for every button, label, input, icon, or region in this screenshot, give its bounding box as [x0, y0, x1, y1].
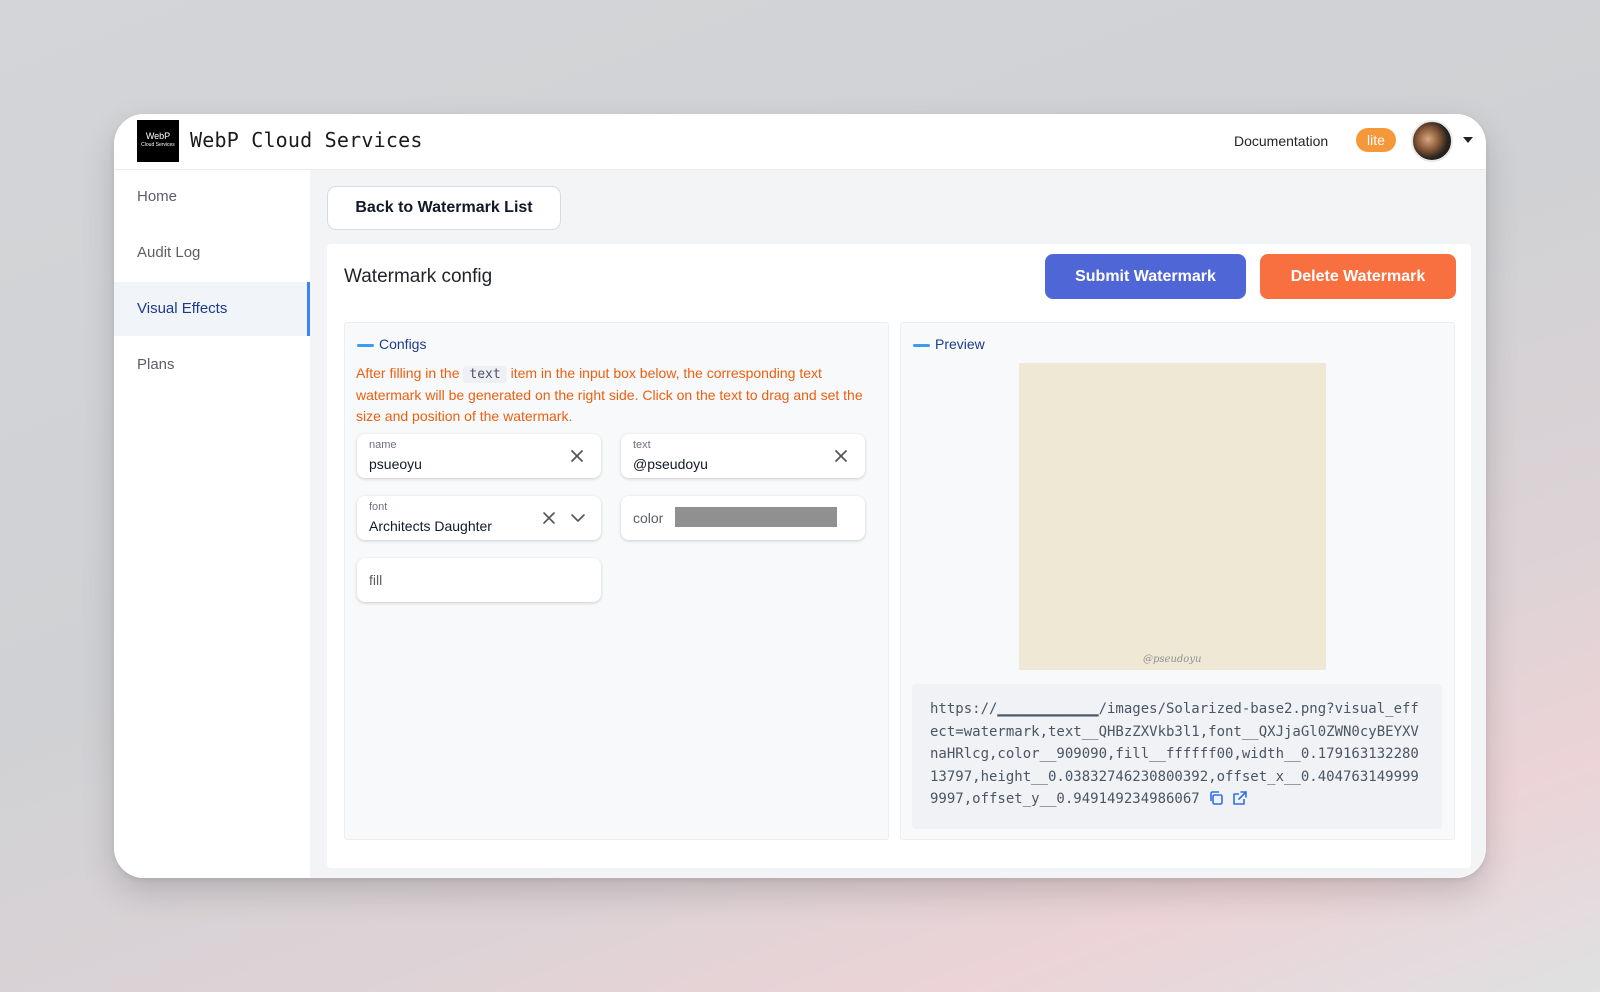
name-field-value[interactable]: psueoyu	[369, 456, 422, 472]
external-link-icon[interactable]	[1232, 790, 1248, 806]
back-to-watermark-list-button[interactable]: Back to Watermark List	[327, 186, 561, 230]
top-header: WebP Cloud Services WebP Cloud Services …	[114, 114, 1486, 170]
font-field-label: font	[369, 501, 388, 513]
color-field[interactable]: color	[621, 496, 865, 540]
hint-code: text	[463, 366, 507, 383]
color-swatch[interactable]	[675, 507, 837, 527]
color-field-label: color	[633, 510, 664, 526]
name-field-label: name	[369, 439, 397, 451]
sidebar: Home Audit Log Visual Effects Plans	[114, 170, 310, 878]
sidebar-item-visual-effects[interactable]: Visual Effects	[114, 282, 310, 336]
hint-text-before: After filling in the	[356, 365, 464, 381]
font-field-value[interactable]: Architects Daughter	[369, 518, 492, 534]
submit-watermark-button[interactable]: Submit Watermark	[1045, 254, 1246, 299]
watermark-text[interactable]: @pseudoyu	[1143, 654, 1201, 665]
plan-badge: lite	[1356, 128, 1396, 152]
chevron-down-icon[interactable]	[570, 510, 586, 526]
copy-icon[interactable]	[1208, 790, 1224, 806]
caret-down-icon[interactable]	[1460, 132, 1476, 148]
logo-text-line1: WebP	[145, 131, 171, 141]
app-window: WebP Cloud Services WebP Cloud Services …	[114, 114, 1486, 878]
preview-section-label: Preview	[913, 336, 985, 352]
watermark-url-box: https://▁▁▁▁▁▁▁▁▁▁▁▁/images/Solarized-ba…	[912, 684, 1442, 829]
font-select[interactable]: font Architects Daughter	[357, 496, 601, 540]
documentation-link[interactable]: Documentation	[1234, 133, 1328, 149]
webp-logo[interactable]: WebP Cloud Services	[137, 120, 179, 162]
clear-name-icon[interactable]	[569, 448, 585, 464]
clear-font-icon[interactable]	[541, 510, 557, 526]
user-avatar[interactable]	[1411, 120, 1453, 162]
clear-text-icon[interactable]	[833, 448, 849, 464]
name-field[interactable]: name psueoyu	[357, 434, 601, 478]
configs-hint: After filling in the text item in the in…	[356, 363, 882, 427]
watermark-url: https://▁▁▁▁▁▁▁▁▁▁▁▁/images/Solarized-ba…	[930, 701, 1419, 807]
preview-panel: Preview @pseudoyu https://▁▁▁▁▁▁▁▁▁▁▁▁/i…	[900, 322, 1455, 840]
sidebar-item-audit-log[interactable]: Audit Log	[114, 226, 310, 280]
text-field-label: text	[633, 439, 651, 451]
logo-text-line2: Cloud Services	[141, 142, 175, 148]
watermark-config-card: Watermark config Submit Watermark Delete…	[327, 244, 1471, 868]
delete-watermark-button[interactable]: Delete Watermark	[1260, 254, 1456, 299]
preview-image: @pseudoyu	[1019, 363, 1326, 670]
fill-field-placeholder[interactable]: fill	[369, 558, 382, 602]
fill-field[interactable]: fill	[357, 558, 601, 602]
main-content: Back to Watermark List Watermark config …	[310, 170, 1486, 878]
configs-panel: Configs After filling in the text item i…	[344, 322, 889, 840]
text-field[interactable]: text @pseudoyu	[621, 434, 865, 478]
configs-section-label: Configs	[357, 336, 426, 352]
sidebar-item-plans[interactable]: Plans	[114, 338, 310, 392]
app-title: WebP Cloud Services	[190, 128, 423, 152]
card-title: Watermark config	[344, 266, 493, 287]
text-field-value[interactable]: @pseudoyu	[633, 456, 708, 472]
sidebar-item-home[interactable]: Home	[114, 170, 310, 224]
